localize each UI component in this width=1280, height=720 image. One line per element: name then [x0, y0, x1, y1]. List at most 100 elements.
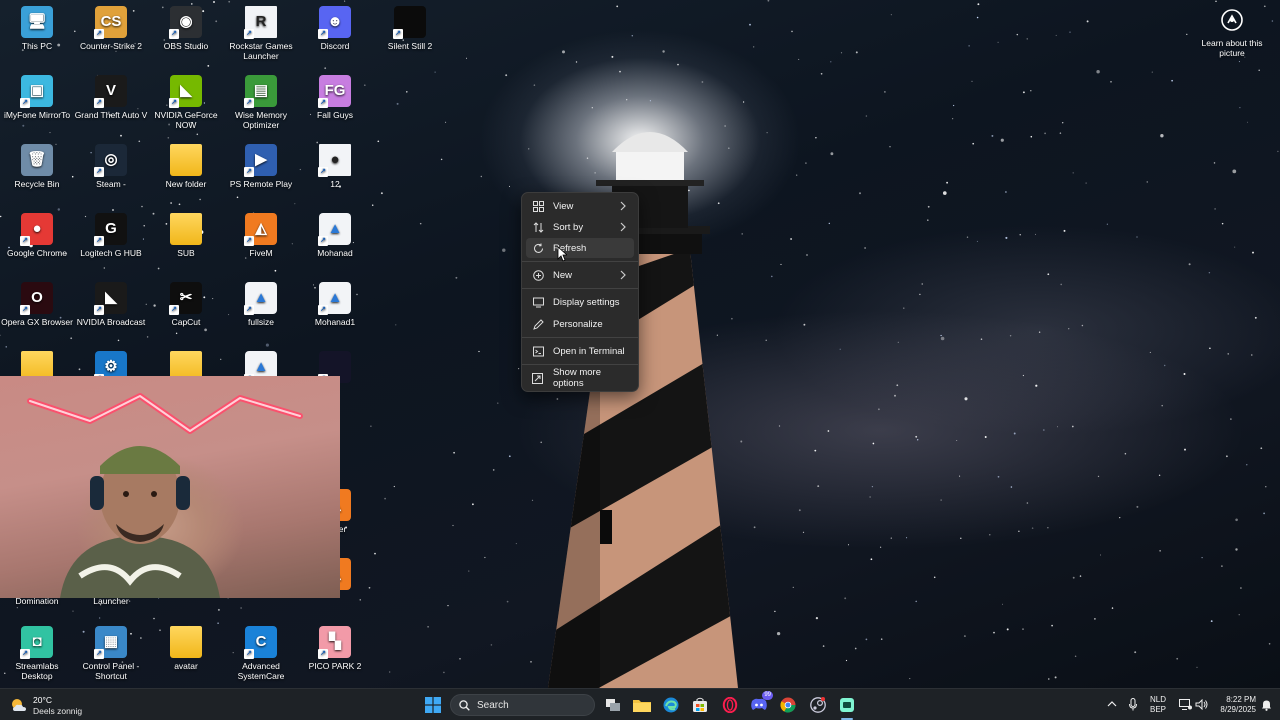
- desktop-icon-label: Silent Still 2: [387, 41, 433, 51]
- desktop-icon[interactable]: 🖥 This PC: [0, 2, 74, 51]
- shortcut-arrow-icon: ↗: [94, 305, 104, 315]
- desktop-context-menu: View Sort by Refresh New Display setting…: [521, 192, 639, 392]
- desktop-icon[interactable]: ▤ ↗ Wise Memory Optimizer: [224, 71, 298, 130]
- volume-icon[interactable]: [1195, 699, 1208, 710]
- expand-icon: [532, 372, 544, 384]
- app-icon-glyph: ●: [32, 220, 42, 237]
- desktop-icon[interactable]: ◣ ↗ NVIDIA GeForce NOW: [149, 71, 223, 130]
- desktop-icon-label: iMyFone MirrorTo: [3, 110, 71, 120]
- shortcut-arrow-icon: ↗: [393, 29, 403, 39]
- search-placeholder: Search: [477, 699, 509, 711]
- shortcut-arrow-icon: ↗: [20, 98, 30, 108]
- desktop-icon[interactable]: ◉ ↗ OBS Studio: [149, 2, 223, 51]
- app-icon: C ↗: [244, 626, 277, 659]
- menu-item-show-more-options[interactable]: Show more options: [526, 367, 634, 389]
- app-icon-glyph: V: [105, 82, 116, 99]
- refresh-icon: [532, 242, 544, 254]
- language-indicator[interactable]: NLD BEP: [1147, 695, 1169, 715]
- menu-item-open-in-terminal[interactable]: Open in Terminal: [526, 341, 634, 361]
- weather-temp: 20°C: [33, 695, 52, 705]
- app-icon-glyph: 🗑: [27, 151, 47, 168]
- desktop-icon[interactable]: 🗑 Recycle Bin: [0, 140, 74, 189]
- clock[interactable]: 8:22 PM 8/29/2025: [1212, 695, 1256, 715]
- taskbar-chrome[interactable]: [778, 695, 798, 715]
- desktop-icon-label: PS Remote Play: [229, 179, 293, 189]
- desktop-icon[interactable]: ◘ ↗ Streamlabs Desktop: [0, 622, 74, 681]
- taskbar-streamlabs[interactable]: [837, 695, 857, 720]
- app-icon-glyph: ▲: [327, 289, 343, 306]
- notification-bell-icon[interactable]: [1261, 699, 1272, 711]
- task-view-button[interactable]: [603, 695, 623, 715]
- streamer: [60, 446, 220, 598]
- desktop-icon-label: Wise Memory Optimizer: [235, 110, 287, 130]
- menu-item-view[interactable]: View: [526, 196, 634, 216]
- app-icon-glyph: 🖥: [27, 13, 47, 30]
- taskbar-opera-gx[interactable]: [720, 695, 740, 715]
- desktop-icon[interactable]: ◭ ↗ FiveM: [224, 209, 298, 258]
- weather-widget[interactable]: 20°C Deels zonnig: [10, 694, 100, 716]
- learn-about-picture[interactable]: Learn about this picture: [1196, 8, 1268, 58]
- desktop-icon[interactable]: ▲ ↗ Mohanad1: [298, 278, 372, 327]
- taskbar-edge[interactable]: [661, 695, 681, 715]
- desktop-icon[interactable]: ▚ ↗ PICO PARK 2: [298, 622, 372, 671]
- desktop-icon[interactable]: R ↗ Rockstar Games Launcher: [224, 2, 298, 61]
- start-button[interactable]: [423, 695, 443, 715]
- app-icon-glyph: ▶: [255, 151, 267, 168]
- menu-item-display-settings[interactable]: Display settings: [526, 292, 634, 312]
- app-icon-glyph: ◭: [255, 220, 267, 237]
- desktop-icon[interactable]: C ↗ Advanced SystemCare: [224, 622, 298, 681]
- shortcut-arrow-icon: ↗: [244, 305, 254, 315]
- chevron-right-icon: [620, 222, 626, 232]
- desktop-icon[interactable]: ● ↗ 12: [298, 140, 372, 189]
- taskbar-file-explorer[interactable]: [632, 695, 652, 715]
- desktop-icon-label: PICO PARK 2: [308, 661, 362, 671]
- menu-separator: [522, 337, 638, 338]
- desktop-icon[interactable]: ▲ ↗ fullsize: [224, 278, 298, 327]
- app-icon: R ↗: [244, 6, 277, 39]
- app-icon: ▤ ↗: [244, 75, 277, 108]
- desktop-icon-label: fullsize: [248, 317, 274, 327]
- search-icon: [459, 699, 470, 711]
- app-icon: [170, 144, 202, 176]
- desktop-icon[interactable]: G ↗ Logitech G HUB: [74, 209, 148, 258]
- chevron-up-icon[interactable]: [1107, 700, 1117, 708]
- taskbar-search[interactable]: Search: [450, 694, 595, 716]
- menu-item-new[interactable]: New: [526, 265, 634, 285]
- desktop-icon[interactable]: ◎ ↗ Steam -: [74, 140, 148, 189]
- network-icon[interactable]: [1179, 699, 1192, 710]
- taskbar-store[interactable]: [690, 695, 710, 715]
- desktop-icon[interactable]: SUB: [149, 209, 223, 258]
- app-icon: ↗: [393, 6, 426, 39]
- menu-item-sort-by[interactable]: Sort by: [526, 217, 634, 237]
- desktop-icon[interactable]: ✂ ↗ CapCut: [149, 278, 223, 327]
- desktop-icon[interactable]: New folder: [149, 140, 223, 189]
- desktop-icon[interactable]: ☻ ↗ Discord: [298, 2, 372, 51]
- desktop-icon[interactable]: FG ↗ Fall Guys: [298, 71, 372, 120]
- taskbar-steam[interactable]: [808, 695, 828, 715]
- app-icon-glyph: ◎: [104, 151, 118, 168]
- task-view-icon: [606, 699, 620, 711]
- desktop-icon[interactable]: ● ↗ Google Chrome: [0, 209, 74, 258]
- desktop-icon[interactable]: ▦ ↗ Control Panel - Shortcut: [74, 622, 148, 681]
- desktop-icon[interactable]: ◣ ↗ NVIDIA Broadcast: [74, 278, 148, 327]
- desktop-icon[interactable]: O ↗ Opera GX Browser: [0, 278, 74, 327]
- sort-icon: [532, 221, 544, 233]
- desktop-icon-label: avatar: [174, 661, 198, 671]
- desktop-icon[interactable]: ▶ ↗ PS Remote Play: [224, 140, 298, 189]
- menu-item-personalize[interactable]: Personalize: [526, 314, 634, 334]
- app-icon: 🗑: [21, 144, 53, 176]
- shortcut-arrow-icon: ↗: [244, 29, 254, 39]
- desktop-icon[interactable]: avatar: [149, 622, 223, 671]
- desktop-icon[interactable]: CS ↗ Counter-Strike 2: [74, 2, 148, 51]
- desktop-icon[interactable]: ↗ Silent Still 2: [373, 2, 447, 51]
- app-icon-glyph: ▤: [253, 82, 269, 99]
- app-icon: ◎ ↗: [94, 144, 127, 177]
- desktop-icon[interactable]: ▣ ↗ iMyFone MirrorTo: [0, 71, 74, 120]
- desktop-icon[interactable]: V ↗ Grand Theft Auto V: [74, 71, 148, 120]
- menu-item-refresh[interactable]: Refresh: [526, 238, 634, 258]
- app-icon: ◭↗: [244, 213, 277, 246]
- taskbar-discord[interactable]: 99: [749, 691, 773, 715]
- app-icon: ▣ ↗: [20, 75, 53, 108]
- desktop-icon[interactable]: ▲ ↗ Mohanad: [298, 209, 372, 258]
- microphone-icon[interactable]: [1129, 698, 1137, 711]
